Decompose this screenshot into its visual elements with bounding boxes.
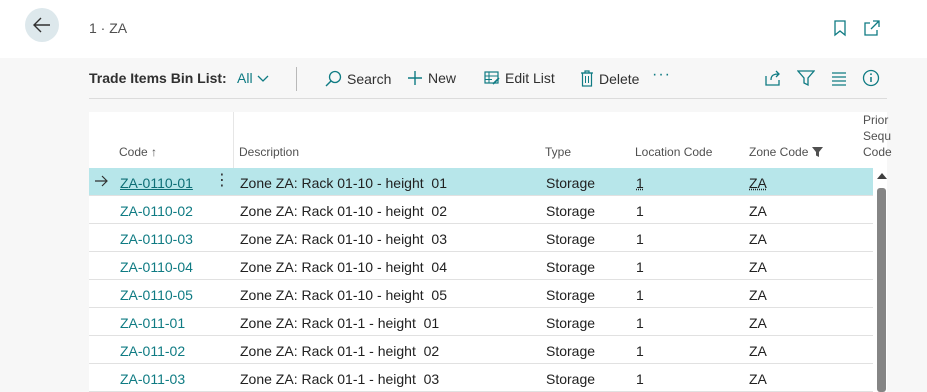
cell-location-code[interactable]: 1 [636,287,644,303]
cell-location-code[interactable]: 1 [636,259,644,275]
cell-location-code[interactable]: 1 [636,231,644,247]
cell-code[interactable]: ZA-0110-02 [120,203,193,219]
cell-zone-code[interactable]: ZA [749,371,767,387]
trash-icon [581,70,593,87]
open-new-window-icon[interactable] [863,19,881,37]
table-row[interactable]: ZA-011-03 Zone ZA: Rack 01-1 - height 03… [89,364,873,392]
cell-location-code[interactable]: 1 [636,315,644,331]
column-divider [233,112,234,168]
table-row[interactable]: ZA-0110-03 Zone ZA: Rack 01-10 - height … [89,224,873,252]
cell-code[interactable]: ZA-0110-01 [120,175,193,191]
toolbar-underline [89,98,887,99]
column-header-description[interactable]: Description [239,145,299,159]
back-button[interactable] [25,8,59,42]
cell-description[interactable]: Zone ZA: Rack 01-10 - height 01 [240,175,447,191]
list-title: Trade Items Bin List: [89,70,227,86]
column-header-priority-line2[interactable]: Sequ [863,129,891,143]
chevron-down-icon [257,75,269,83]
cell-location-code[interactable]: 1 [636,175,644,191]
plus-icon [408,71,422,85]
page-header: 1 · ZA [0,0,927,58]
cell-code[interactable]: ZA-0110-04 [120,259,193,275]
search-label: Search [347,71,392,87]
column-header-type[interactable]: Type [545,145,571,159]
arrow-left-icon [33,17,50,33]
toolbar-divider [296,67,297,91]
table-row[interactable]: ZA-0110-01 ⋮ Zone ZA: Rack 01-10 - heigh… [89,168,873,196]
row-actions-icon[interactable]: ⋮ [214,173,230,189]
view-filter-dropdown[interactable]: All [237,70,269,86]
cell-zone-code[interactable]: ZA [749,315,767,331]
cell-code[interactable]: ZA-011-03 [120,371,185,387]
column-header-priority-line1[interactable]: Prior [863,113,888,127]
cell-description[interactable]: Zone ZA: Rack 01-1 - height 03 [240,371,439,387]
cell-zone-code[interactable]: ZA [749,343,767,359]
view-filter-label: All [237,70,253,86]
cell-description[interactable]: Zone ZA: Rack 01-10 - height 02 [240,203,447,219]
cell-type[interactable]: Storage [546,343,595,359]
cell-type[interactable]: Storage [546,315,595,331]
cell-description[interactable]: Zone ZA: Rack 01-10 - height 05 [240,287,447,303]
action-bar: Trade Items Bin List: All Search New Edi… [89,58,889,98]
bin-list-grid: Code ↑ Description Type Location Code Zo… [89,112,892,392]
cell-description[interactable]: Zone ZA: Rack 01-10 - height 03 [240,231,447,247]
cell-location-code[interactable]: 1 [636,203,644,219]
cell-code[interactable]: ZA-011-01 [120,315,185,331]
breadcrumb: 1 · ZA [89,20,128,36]
search-button[interactable]: Search [325,70,391,87]
cell-code[interactable]: ZA-011-02 [120,343,185,359]
table-row[interactable]: ZA-011-01 Zone ZA: Rack 01-1 - height 01… [89,308,873,336]
edit-list-label: Edit List [505,70,555,86]
column-headers: Code ↑ Description Type Location Code Zo… [89,112,892,168]
filter-icon[interactable] [797,69,815,87]
zone-code-header-label: Zone Code [749,145,809,159]
edit-list-icon [484,71,500,85]
cell-code[interactable]: ZA-0110-03 [120,231,193,247]
table-row[interactable]: ZA-0110-02 Zone ZA: Rack 01-10 - height … [89,196,873,224]
cell-description[interactable]: Zone ZA: Rack 01-10 - height 04 [240,259,447,275]
cell-code[interactable]: ZA-0110-05 [120,287,193,303]
share-icon[interactable] [764,69,782,87]
cell-zone-code[interactable]: ZA [749,287,767,303]
cell-type[interactable]: Storage [546,231,595,247]
scroll-up-arrow-icon[interactable] [877,173,887,179]
more-options-button[interactable]: ··· [652,66,671,84]
table-row[interactable]: ZA-011-02 Zone ZA: Rack 01-1 - height 02… [89,336,873,364]
cell-description[interactable]: Zone ZA: Rack 01-1 - height 01 [240,315,439,331]
scrollbar-thumb[interactable] [877,188,886,392]
list-view-icon[interactable] [830,69,848,87]
cell-zone-code[interactable]: ZA [749,203,767,219]
column-header-location-code[interactable]: Location Code [635,145,712,159]
table-row[interactable]: ZA-0110-05 Zone ZA: Rack 01-10 - height … [89,280,873,308]
cell-type[interactable]: Storage [546,175,595,191]
delete-label: Delete [599,71,640,87]
column-header-priority-line3[interactable]: Code [863,145,892,159]
search-icon [325,70,342,87]
cell-location-code[interactable]: 1 [636,343,644,359]
edit-list-button[interactable]: Edit List [484,70,555,86]
info-icon[interactable] [862,69,880,87]
cell-location-code[interactable]: 1 [636,371,644,387]
cell-type[interactable]: Storage [546,371,595,387]
cell-zone-code[interactable]: ZA [749,175,767,191]
delete-button[interactable]: Delete [580,70,639,87]
current-row-arrow-icon [95,175,108,187]
cell-zone-code[interactable]: ZA [749,259,767,275]
filter-applied-icon [811,147,823,157]
column-header-zone-code[interactable]: Zone Code [749,145,823,159]
new-button[interactable]: New [407,70,456,86]
new-label: New [428,70,457,86]
cell-description[interactable]: Zone ZA: Rack 01-1 - height 02 [240,343,439,359]
column-header-code[interactable]: Code ↑ [119,145,157,159]
bookmark-icon[interactable] [831,19,849,37]
cell-zone-code[interactable]: ZA [749,231,767,247]
cell-type[interactable]: Storage [546,203,595,219]
cell-type[interactable]: Storage [546,259,595,275]
cell-type[interactable]: Storage [546,287,595,303]
table-row[interactable]: ZA-0110-04 Zone ZA: Rack 01-10 - height … [89,252,873,280]
